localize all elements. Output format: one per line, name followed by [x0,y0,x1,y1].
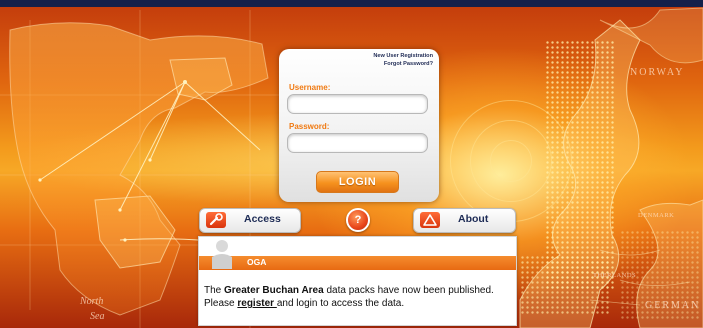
news-line1-post: data packs have now been published. [323,285,494,296]
password-input[interactable] [287,133,428,153]
new-user-registration-link[interactable]: New User Registration [373,53,433,59]
login-panel: New User Registration Forgot Password? U… [279,49,439,202]
password-label: Password: [289,122,330,131]
about-button[interactable]: About [413,208,516,233]
news-line2-pre: Please [204,298,238,309]
wrench-icon [206,212,226,228]
forgot-password-link[interactable]: Forgot Password? [384,61,433,67]
access-button[interactable]: Access [199,208,301,233]
map-label-north: North [80,296,104,307]
news-message: The Greater Buchan Area data packs have … [204,284,514,310]
news-line1-bold: Greater Buchan Area [224,285,324,296]
news-line1-pre: The [204,285,225,296]
glow-ring [450,100,572,222]
map-label-sea: Sea [90,311,105,322]
map-label-netherlands: THERLANDS [593,272,637,279]
access-label: Access [244,213,281,225]
help-button[interactable]: ? [346,208,370,232]
username-label: Username: [289,83,331,92]
username-input[interactable] [287,94,428,114]
warning-triangle-icon [420,212,440,228]
person-icon [212,240,232,269]
map-dots [520,255,610,315]
about-label: About [458,213,489,225]
news-line2-post: and login to access the data. [276,298,405,309]
map-background: NORWAY DENMARK THERLANDS GERMAN North Se… [0,0,703,328]
news-panel: OGA The Greater Buchan Area data packs h… [198,236,517,326]
map-label-norway: NORWAY [630,67,685,78]
map-label-germany: GERMAN [645,300,701,311]
map-label-denmark: DENMARK [638,212,675,219]
news-title: OGA [247,257,267,267]
login-button[interactable]: LOGIN [316,171,399,193]
register-link[interactable]: register [237,298,276,309]
